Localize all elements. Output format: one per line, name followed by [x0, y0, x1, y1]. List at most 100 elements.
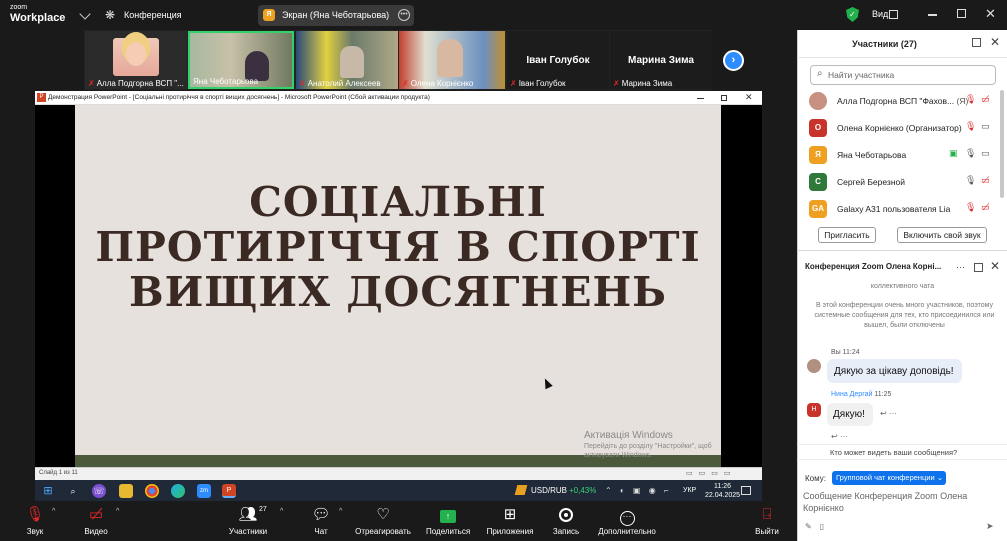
popout-icon[interactable]	[974, 263, 983, 272]
mic-icon[interactable]: 🎙︎	[965, 148, 976, 159]
chat-tools[interactable]: ✎▯	[805, 522, 832, 531]
mic-muted-icon: ✗	[88, 79, 95, 88]
system-message: коллективного чата	[870, 283, 935, 290]
system-message: В этой конференции очень много участнико…	[814, 302, 995, 329]
close-icon[interactable]: ✕	[985, 6, 996, 22]
slide-counter: Слайд 1 из 11	[39, 470, 78, 476]
tile-name: Анатолий Алексеев	[307, 79, 381, 88]
video-tile-active[interactable]: Яна Чеботарьова	[188, 31, 294, 89]
mic-icon[interactable]: 🎙︎	[965, 175, 976, 186]
message-meta: Нина Дергай 11:25	[831, 391, 892, 398]
participant-row[interactable]: Алла Подгорна ВСП "Фахов... (Я) 🎙︎ ▭̸	[809, 90, 999, 110]
participant-row[interactable]: GA Galaxy A31 пользователя Lia 🎙︎ ▭̸	[809, 198, 999, 218]
send-icon[interactable]: ➤	[986, 521, 994, 532]
grid-icon[interactable]	[889, 10, 898, 19]
viber-icon: ☏	[92, 484, 106, 498]
share-screen-icon: ▣	[949, 148, 958, 158]
minimize-icon	[697, 98, 704, 99]
video-button[interactable]: ▭̸ Видео ^	[82, 505, 119, 536]
clock: 11:26 22.04.2025	[705, 483, 741, 499]
check-icon: ✓	[849, 10, 856, 19]
video-label: Видео	[84, 527, 108, 536]
message-text: Дякую!	[833, 409, 865, 420]
invite-button[interactable]: Пригласить	[818, 227, 876, 243]
close-icon[interactable]: ✕	[990, 259, 1000, 273]
view-button[interactable]: Вид	[872, 9, 888, 19]
leave-button[interactable]: ⍈ Выйти	[752, 505, 782, 536]
popout-icon[interactable]	[972, 38, 981, 47]
video-off-icon: ▭̸	[88, 506, 104, 523]
participant-name: Алла Подгорна ВСП "Фахов... (Я)	[837, 96, 969, 106]
video-tile[interactable]: ✗ Олена Корнієнко	[399, 31, 505, 89]
panel-divider[interactable]	[797, 250, 1007, 251]
more-button[interactable]: ··· Дополнительно	[596, 505, 658, 536]
video-icon[interactable]: ▭	[981, 121, 990, 132]
chrome-icon	[145, 484, 159, 498]
record-button[interactable]: Запись	[551, 505, 581, 536]
close-icon[interactable]: ✕	[990, 35, 1000, 49]
maximize-icon[interactable]	[957, 9, 966, 18]
video-tile[interactable]: Іван Голубок ✗ Іван Голубок	[507, 31, 609, 89]
mic-muted-icon: ✗	[299, 79, 306, 88]
search-icon: ⌕	[70, 486, 76, 496]
chevron-up-icon[interactable]: ^	[339, 508, 342, 515]
tile-name: Марина Зима	[621, 79, 673, 88]
message-text: Дякую за цікаву доповідь!	[834, 366, 954, 377]
chat-label: Чат	[314, 527, 328, 536]
language-indicator: УКР	[683, 487, 697, 494]
folder-icon	[119, 484, 133, 498]
participant-row[interactable]: С Сергей Березной 🎙︎ ▭̸	[809, 171, 999, 191]
minimize-icon[interactable]	[928, 14, 937, 16]
chat-button[interactable]: 💬︎ Чат ^	[309, 505, 342, 536]
windows-icon: ⊞	[43, 485, 53, 497]
avatar: Н	[807, 403, 821, 417]
video-off-icon[interactable]: ▭̸	[981, 202, 990, 213]
participants-label: Участники	[228, 527, 268, 536]
reply-icon[interactable]: ↩ ···	[880, 409, 897, 418]
apps-button[interactable]: ⊞ Приложения	[484, 505, 536, 536]
reaction-icon[interactable]: ↩ ···	[831, 432, 848, 441]
more-icon[interactable]: •••	[398, 9, 410, 21]
ppt-status-bar	[35, 467, 762, 480]
avatar	[807, 359, 821, 373]
screen-share-avatar: Я	[263, 9, 275, 21]
video-tile[interactable]: Марина Зима ✗ Марина Зима	[610, 31, 712, 89]
participant-row[interactable]: О Олена Корнієнко (Организатор) 🎙︎ ▭	[809, 117, 999, 137]
chevron-up-icon[interactable]: ^	[280, 508, 283, 515]
participants-button[interactable]: 👥︎ Участники 27 ^	[226, 505, 283, 536]
mic-muted-icon: ✗	[510, 79, 517, 88]
video-tile[interactable]: ✗ Анатолий Алексеев	[296, 31, 398, 89]
video-off-icon[interactable]: ▭̸	[981, 175, 990, 186]
mic-muted-icon[interactable]: 🎙︎	[965, 94, 976, 105]
ticker-change: +0,43%	[569, 486, 597, 495]
participants-count: 27	[259, 506, 267, 513]
share-label: Поделиться	[426, 527, 471, 536]
message-meta: Вы 11:24	[831, 349, 860, 356]
recipient-dropdown[interactable]: Групповой чат конференции ⌄	[832, 471, 946, 485]
mic-muted-icon: ✗	[402, 79, 409, 88]
next-page-button[interactable]: ›	[723, 50, 744, 71]
video-tile[interactable]: ✗ Алла Подгорна ВСП "...	[85, 31, 187, 89]
participant-row[interactable]: Я Яна Чеботарьова ▣ 🎙︎ ▭	[809, 144, 999, 164]
video-off-icon[interactable]: ▭̸	[981, 94, 990, 105]
zoom-logo: zoom Workplace	[10, 4, 66, 24]
video-icon[interactable]: ▭	[981, 148, 990, 159]
chevron-up-icon[interactable]: ^	[116, 508, 119, 515]
mic-muted-icon[interactable]: 🎙︎	[965, 121, 976, 132]
chevron-up-icon[interactable]: ^	[52, 508, 55, 515]
participants-scrollbar[interactable]	[1000, 90, 1004, 198]
unmute-self-button[interactable]: Включить свой звук	[897, 227, 987, 243]
more-icon[interactable]: ···	[956, 262, 965, 272]
audio-button[interactable]: 🎙︎ Звук ^	[22, 505, 55, 536]
search-icon: ⌕	[817, 68, 823, 79]
meeting-menu[interactable]: Конференция	[124, 10, 182, 20]
visibility-link[interactable]: Кто может видеть ваши сообщения?	[830, 448, 957, 457]
mic-muted-icon[interactable]: 🎙︎	[965, 202, 976, 213]
chat-input[interactable]: Сообщение Конференция Zoom Олена Корнієн…	[803, 490, 993, 514]
zoom-icon: zm	[197, 484, 211, 498]
more-label: Дополнительно	[598, 527, 656, 536]
share-button[interactable]: ↑ Поделиться	[426, 505, 470, 536]
react-button[interactable]: ♡ Отреагировать	[355, 505, 411, 536]
participant-video	[113, 38, 159, 76]
edge-icon	[171, 484, 185, 498]
